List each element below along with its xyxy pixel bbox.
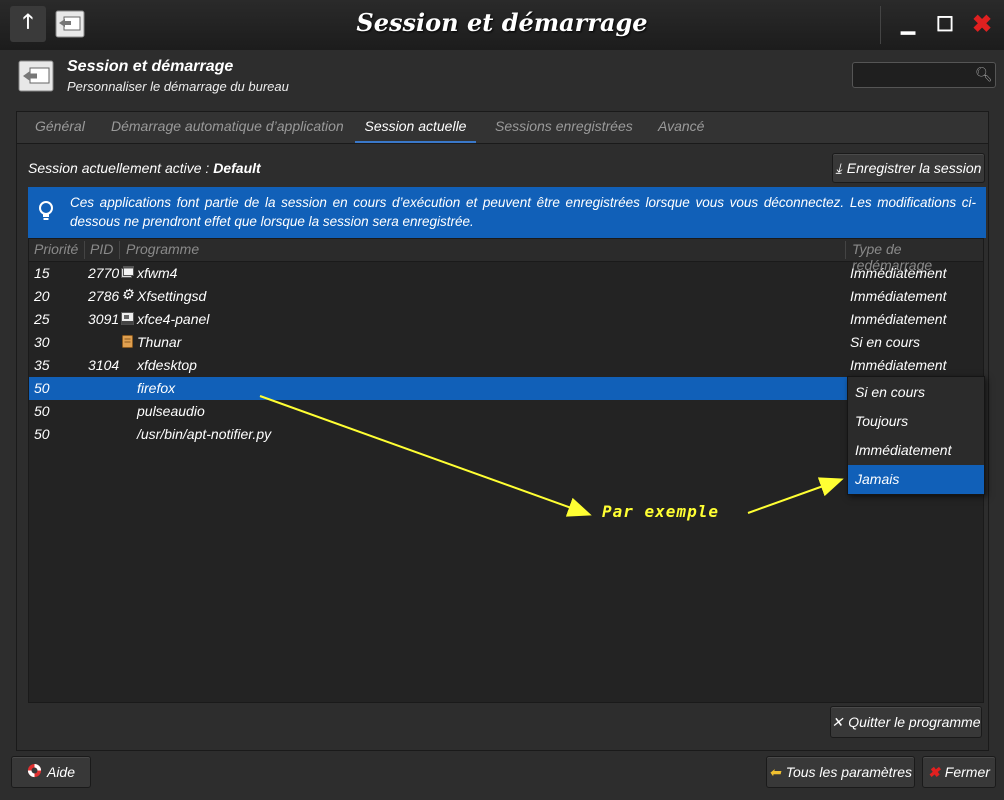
restart-type-dropdown[interactable]: Si en cours Toujours Immédiatement Jamai… xyxy=(847,376,985,495)
priority-cell: 15 xyxy=(34,265,50,281)
dialog-header: Session et démarrage Personnaliser le dé… xyxy=(0,50,1004,102)
program-cell: pulseaudio xyxy=(137,403,205,419)
table-row[interactable]: 35 3104 xfdesktop Immédiatement xyxy=(29,354,983,377)
info-bar: Ces applications font partie de la sessi… xyxy=(28,187,986,238)
priority-cell: 35 xyxy=(34,357,50,373)
info-message: Ces applications font partie de la sessi… xyxy=(70,195,976,229)
annotation-text: Par exemple xyxy=(602,502,719,521)
tab-advanced[interactable]: Avancé xyxy=(656,112,706,143)
x-icon: ✕ xyxy=(831,713,844,730)
program-cell: /usr/bin/apt-notifier.py xyxy=(137,426,272,442)
column-separator xyxy=(119,241,120,259)
close-button[interactable]: ✖ Fermer xyxy=(922,756,996,788)
program-cell: xfwm4 xyxy=(137,265,178,281)
all-settings-label: Tous les paramètres xyxy=(785,764,913,780)
window-title: Session et démarrage xyxy=(356,8,648,37)
maximize-icon[interactable]: ☐ xyxy=(927,6,963,42)
file-manager-icon xyxy=(121,335,134,351)
restart-type-cell[interactable]: Immédiatement xyxy=(850,357,946,373)
table-row[interactable]: 30 Thunar Si en cours xyxy=(29,331,983,354)
active-session-label: Session actuellement active : xyxy=(28,160,214,176)
minimize-icon[interactable]: ▁ xyxy=(890,6,926,42)
close-x-icon: ✖ xyxy=(928,763,940,780)
program-cell: xfce4-panel xyxy=(137,311,210,327)
window-icon xyxy=(121,266,134,282)
tab-general[interactable]: Général xyxy=(33,112,87,143)
quit-program-label: Quitter le programme xyxy=(848,714,981,730)
close-icon[interactable]: ✖ xyxy=(964,6,1000,42)
restart-type-cell[interactable]: Si en cours xyxy=(850,334,920,350)
header-title: Session et démarrage xyxy=(67,58,234,75)
column-priority[interactable]: Priorité xyxy=(34,241,78,257)
table-row[interactable]: 20 2786 ⚙ Xfsettingsd Immédiatement xyxy=(29,285,983,308)
priority-cell: 20 xyxy=(34,288,50,304)
close-label: Fermer xyxy=(944,764,990,780)
table-row-selected[interactable]: 50 firefox xyxy=(29,377,983,400)
priority-cell: 25 xyxy=(34,311,50,327)
pid-cell: 3104 xyxy=(88,357,120,373)
all-settings-button[interactable]: ⬅ Tous les paramètres xyxy=(766,756,915,788)
search-icon: 🔍︎ xyxy=(975,66,993,82)
restart-type-cell[interactable]: Immédiatement xyxy=(850,265,946,281)
save-session-label: Enregistrer la session xyxy=(846,160,982,176)
titlebar-separator xyxy=(880,6,881,44)
table-row[interactable]: 15 2770 xfwm4 Immédiatement xyxy=(29,262,983,285)
column-program[interactable]: Programme xyxy=(126,241,199,257)
active-session-line: Session actuellement active : Default xyxy=(28,160,261,176)
column-separator xyxy=(845,241,846,259)
download-icon: ⤓ xyxy=(835,159,842,176)
column-separator xyxy=(84,241,85,259)
priority-cell: 50 xyxy=(34,403,50,419)
table-row[interactable]: 25 3091 xfce4-panel Immédiatement xyxy=(29,308,983,331)
lifebuoy-icon xyxy=(27,763,42,781)
dropdown-option-if-running[interactable]: Si en cours xyxy=(848,378,984,407)
help-button[interactable]: Aide xyxy=(11,756,91,788)
gear-icon: ⚙ xyxy=(121,286,134,302)
tab-saved-sessions[interactable]: Sessions enregistrées xyxy=(493,112,635,143)
table-header: Priorité PID Programme Type de redémarra… xyxy=(29,239,983,273)
column-pid[interactable]: PID xyxy=(90,241,113,257)
restart-type-cell[interactable]: Immédiatement xyxy=(850,288,946,304)
back-arrow-icon: ⬅ xyxy=(768,763,781,780)
program-cell: Xfsettingsd xyxy=(137,288,207,304)
tab-bar: Général Démarrage automatique d’applicat… xyxy=(17,112,988,144)
session-table[interactable]: Priorité PID Programme Type de redémarra… xyxy=(28,238,984,703)
dropdown-option-always[interactable]: Toujours xyxy=(848,407,984,436)
dropdown-option-never[interactable]: Jamais xyxy=(848,465,984,494)
header-subtitle: Personnaliser le démarrage du bureau xyxy=(67,79,289,94)
title-bar: 🡑 Session et démarrage ▁ ☐ ✖ xyxy=(0,0,1004,51)
program-cell: firefox xyxy=(137,380,176,396)
priority-cell: 50 xyxy=(34,380,50,396)
help-label: Aide xyxy=(46,764,76,780)
notebook: Général Démarrage automatique d’applicat… xyxy=(16,111,989,751)
active-session-name: Default xyxy=(213,160,261,176)
quit-program-button[interactable]: ✕ Quitter le programme xyxy=(830,706,982,738)
table-row[interactable]: 50 pulseaudio xyxy=(29,400,983,423)
tab-current-session[interactable]: Session actuelle xyxy=(355,112,476,143)
restart-type-cell[interactable]: Immédiatement xyxy=(850,311,946,327)
priority-cell: 30 xyxy=(34,334,50,350)
session-header-icon xyxy=(18,58,54,97)
tab-autostart[interactable]: Démarrage automatique d’application xyxy=(109,112,346,143)
table-row[interactable]: 50 /usr/bin/apt-notifier.py xyxy=(29,423,983,446)
pid-cell: 3091 xyxy=(88,311,120,327)
priority-cell: 50 xyxy=(34,426,50,442)
pid-cell: 2786 xyxy=(88,288,120,304)
lightbulb-icon xyxy=(38,201,54,226)
program-cell: xfdesktop xyxy=(137,357,197,373)
save-session-button[interactable]: ⤓ Enregistrer la session xyxy=(832,153,985,183)
pid-cell: 2770 xyxy=(88,265,120,281)
panel-icon xyxy=(121,312,134,328)
dropdown-option-immediately[interactable]: Immédiatement xyxy=(848,436,984,465)
program-cell: Thunar xyxy=(137,334,182,350)
